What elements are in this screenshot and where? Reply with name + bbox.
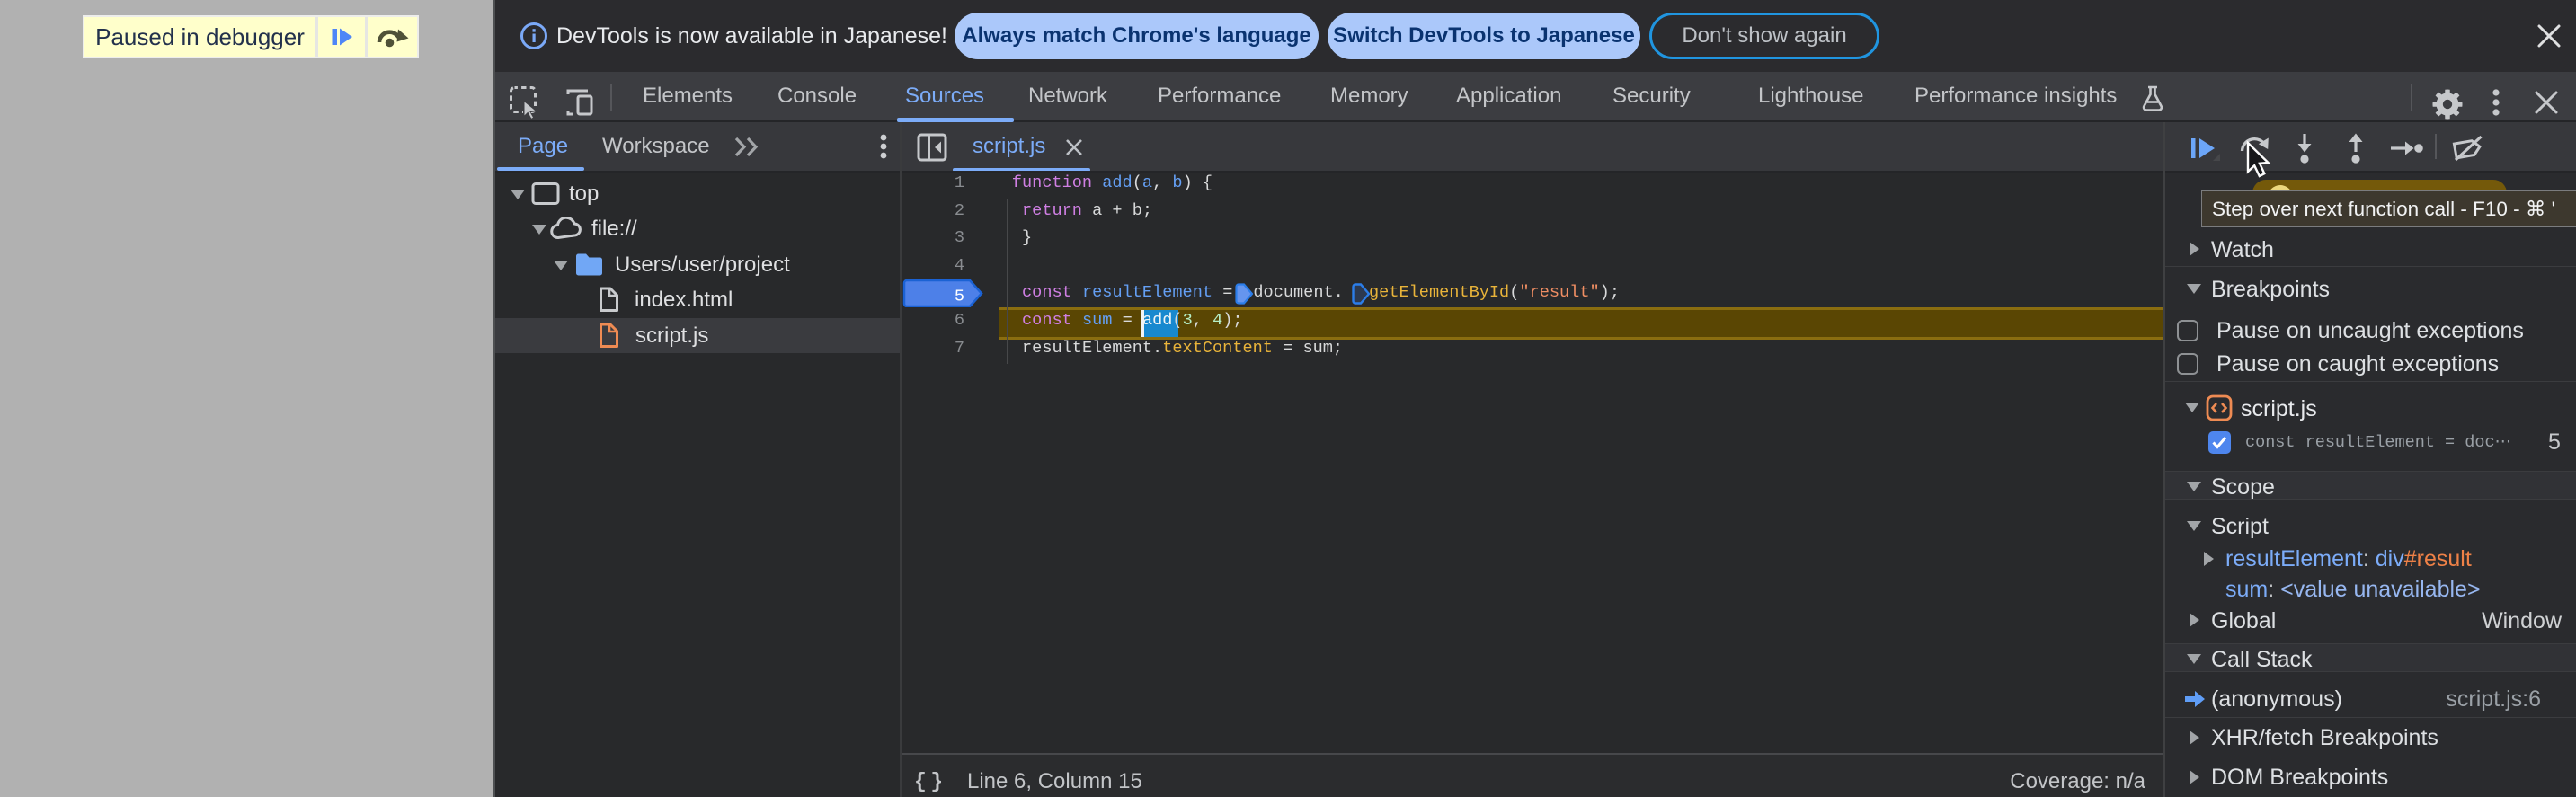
- svg-text:5: 5: [954, 288, 964, 306]
